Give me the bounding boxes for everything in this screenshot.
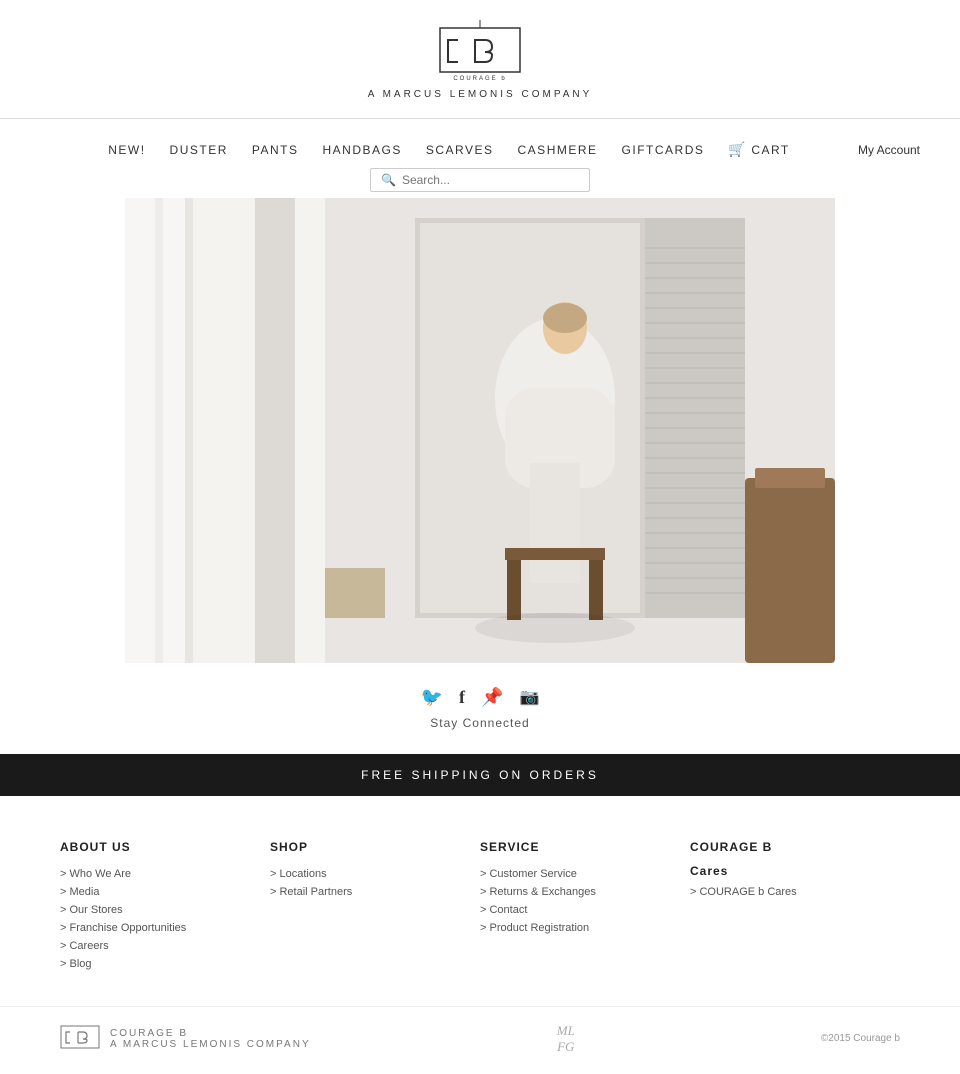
twitter-icon[interactable]: 🐦 — [421, 687, 443, 708]
account-link[interactable]: My Account — [858, 143, 920, 157]
footer-courage: COURAGE b Cares > COURAGE b Cares — [690, 840, 900, 976]
hero-section — [0, 198, 960, 663]
footer-courage-title: COURAGE b — [690, 840, 900, 854]
hero-image — [125, 198, 835, 663]
logo-tagline: A MARCUS LEMONIS COMPANY — [368, 89, 593, 100]
footer-link-customer-service[interactable]: > Customer Service — [480, 868, 690, 880]
footer-link-careers[interactable]: > Careers — [60, 940, 270, 952]
footer-copyright: ©2015 Courage b — [821, 1033, 900, 1044]
nav-giftcards[interactable]: GIFTCARDS — [622, 143, 705, 157]
logo[interactable]: COURAGE b A MARCUS LEMONIS COMPANY — [368, 20, 593, 100]
footer-about-title: About Us — [60, 840, 270, 854]
footer-service: Service > Customer Service > Returns & E… — [480, 840, 690, 976]
footer-link-locations[interactable]: > Locations — [270, 868, 480, 880]
footer-link-retail[interactable]: > Retail Partners — [270, 886, 480, 898]
nav-divider — [0, 118, 960, 119]
footer-courage-subtitle: Cares — [690, 864, 900, 878]
nav-items: NEW! DUSTER PANTS HANDBAGS SCARVES CASHM… — [40, 141, 858, 158]
stay-connected-label: Stay Connected — [430, 716, 529, 730]
footer-link-franchise[interactable]: > Franchise Opportunities — [60, 922, 270, 934]
search-input[interactable] — [402, 173, 579, 187]
footer-service-title: Service — [480, 840, 690, 854]
nav-new[interactable]: NEW! — [108, 143, 145, 157]
footer-link-stores[interactable]: > Our Stores — [60, 904, 270, 916]
instagram-icon[interactable]: 📷 — [519, 687, 539, 708]
footer-shop-title: Shop — [270, 840, 480, 854]
site-footer: About Us > Who We Are > Media > Our Stor… — [0, 810, 960, 996]
hero-svg — [125, 198, 835, 663]
nav-pants[interactable]: PANTS — [252, 143, 299, 157]
footer-logo-small: COURAGE b A MARCUS LEMONIS COMPANY — [60, 1025, 311, 1053]
nav-duster[interactable]: DUSTER — [170, 143, 228, 157]
footer-brand-small: COURAGE b A MARCUS LEMONIS COMPANY — [110, 1028, 311, 1050]
shipping-banner: FREE SHIPPING ON ORDERS — [0, 754, 960, 796]
footer-link-product-reg[interactable]: > Product Registration — [480, 922, 690, 934]
social-icons: 🐦 f 📌 📷 — [421, 687, 540, 708]
cart-icon: 🛒 — [728, 141, 747, 158]
footer-shop: Shop > Locations > Retail Partners — [270, 840, 480, 976]
nav-scarves[interactable]: SCARVES — [426, 143, 494, 157]
footer-link-blog[interactable]: > Blog — [60, 958, 270, 970]
cart-label: CART — [751, 143, 789, 157]
footer-link-media[interactable]: > Media — [60, 886, 270, 898]
social-section: 🐦 f 📌 📷 Stay Connected — [0, 663, 960, 740]
search-wrapper: 🔍 — [0, 158, 960, 198]
footer-link-returns[interactable]: > Returns & Exchanges — [480, 886, 690, 898]
cart-button[interactable]: 🛒 CART — [728, 141, 789, 158]
logo-icon: COURAGE b — [430, 20, 530, 85]
footer-about: About Us > Who We Are > Media > Our Stor… — [60, 840, 270, 976]
svg-text:COURAGE b: COURAGE b — [453, 76, 506, 82]
facebook-icon[interactable]: f — [459, 687, 465, 708]
footer-link-contact[interactable]: > Contact — [480, 904, 690, 916]
site-header: COURAGE b A MARCUS LEMONIS COMPANY — [0, 0, 960, 110]
search-icon: 🔍 — [381, 173, 396, 187]
footer-link-who[interactable]: > Who We Are — [60, 868, 270, 880]
footer-link-courage-cares[interactable]: > COURAGE b Cares — [690, 886, 900, 898]
main-nav: NEW! DUSTER PANTS HANDBAGS SCARVES CASHM… — [0, 129, 960, 158]
footer-bottom: COURAGE b A MARCUS LEMONIS COMPANY ML FG… — [0, 1006, 960, 1074]
footer-logo-icon — [60, 1025, 100, 1053]
nav-cashmere[interactable]: CASHMERE — [518, 143, 598, 157]
pinterest-icon[interactable]: 📌 — [481, 687, 503, 708]
nav-handbags[interactable]: HANDBAGS — [323, 143, 402, 157]
search-bar: 🔍 — [370, 168, 590, 192]
